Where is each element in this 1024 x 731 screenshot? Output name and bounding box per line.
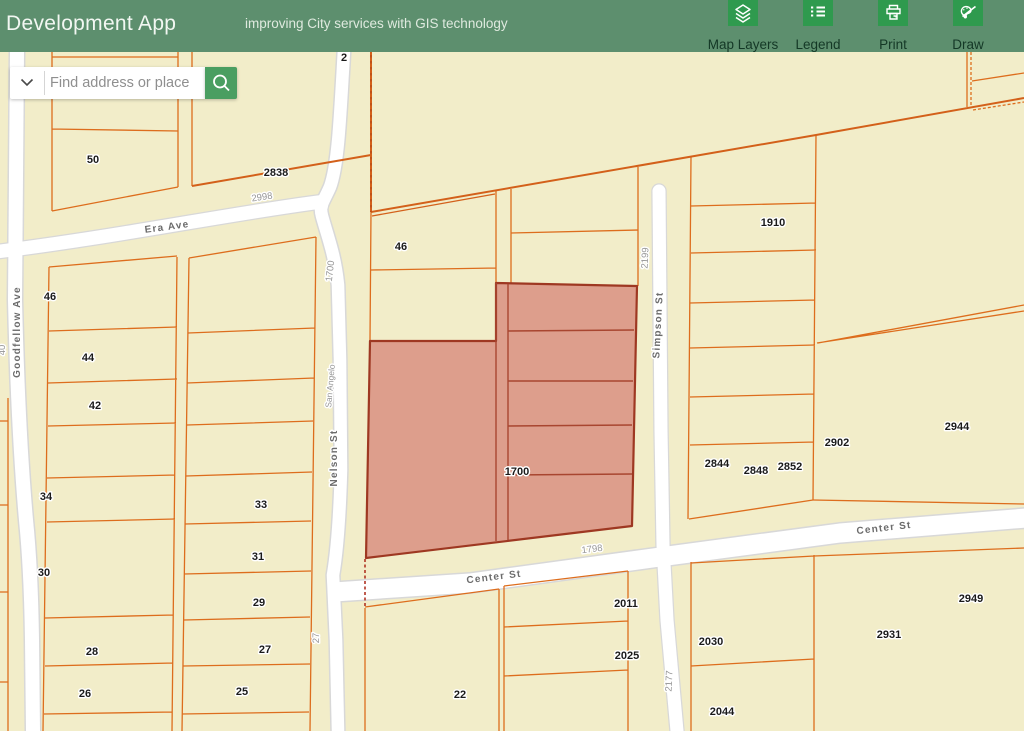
svg-text:Goodfellow Ave: Goodfellow Ave [12,286,23,378]
svg-text:2931: 2931 [877,629,901,641]
svg-text:2030: 2030 [699,636,723,648]
svg-text:2852: 2852 [778,461,802,473]
svg-text:40: 40 [0,345,8,356]
svg-text:2199: 2199 [639,247,651,269]
svg-text:44: 44 [82,352,95,364]
svg-text:1910: 1910 [761,217,785,229]
svg-text:27: 27 [311,633,322,644]
svg-text:2: 2 [341,52,347,64]
svg-text:29: 29 [253,597,265,609]
svg-text:33: 33 [255,499,267,511]
svg-text:2944: 2944 [945,421,970,433]
svg-text:31: 31 [252,551,264,563]
svg-text:2025: 2025 [615,650,639,662]
svg-text:50: 50 [87,154,99,166]
svg-text:2011: 2011 [614,598,638,610]
svg-text:2902: 2902 [825,437,849,449]
svg-text:46: 46 [395,241,407,253]
svg-text:1700: 1700 [505,466,529,478]
svg-text:2848: 2848 [744,465,768,477]
svg-text:Nelson St: Nelson St [329,430,340,487]
svg-text:2177: 2177 [663,670,675,692]
svg-text:25: 25 [236,686,248,698]
svg-text:42: 42 [89,400,101,412]
svg-text:2844: 2844 [705,458,730,470]
svg-text:26: 26 [79,688,91,700]
svg-text:2044: 2044 [710,706,735,718]
svg-text:2838: 2838 [264,167,288,179]
svg-text:28: 28 [86,646,98,658]
svg-text:46: 46 [44,291,56,303]
svg-text:27: 27 [259,644,271,656]
svg-text:2949: 2949 [959,593,983,605]
svg-text:22: 22 [454,689,466,701]
svg-text:30: 30 [38,567,50,579]
svg-text:34: 34 [40,491,53,503]
